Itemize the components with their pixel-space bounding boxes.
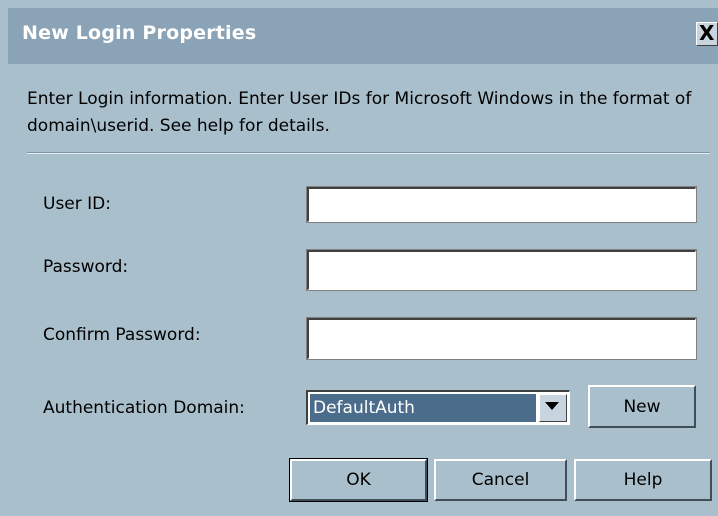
ok-button[interactable]: OK <box>289 458 428 502</box>
confirm-password-field[interactable] <box>306 317 697 360</box>
login-properties-dialog: New Login Properties X Enter Login infor… <box>0 0 718 516</box>
user-id-label: User ID: <box>43 194 111 214</box>
auth-domain-select[interactable]: DefaultAuth <box>306 390 570 425</box>
chevron-down-icon <box>545 402 559 410</box>
auth-domain-label: Authentication Domain: <box>43 398 245 418</box>
dropdown-button[interactable] <box>539 394 567 422</box>
auth-domain-value: DefaultAuth <box>310 394 536 422</box>
title-bar[interactable]: New Login Properties X <box>8 8 718 64</box>
intro-text: Enter Login information. Enter User IDs … <box>27 89 692 136</box>
help-button[interactable]: Help <box>574 459 712 501</box>
confirm-password-label: Confirm Password: <box>43 325 201 345</box>
window-title: New Login Properties <box>22 22 257 44</box>
password-field[interactable] <box>306 249 697 291</box>
close-button[interactable]: X <box>696 21 718 46</box>
cancel-button[interactable]: Cancel <box>434 459 567 501</box>
user-id-field[interactable] <box>306 186 697 223</box>
password-label: Password: <box>43 257 129 277</box>
separator <box>27 152 710 154</box>
new-domain-button[interactable]: New <box>588 385 696 428</box>
close-icon: X <box>699 21 715 45</box>
